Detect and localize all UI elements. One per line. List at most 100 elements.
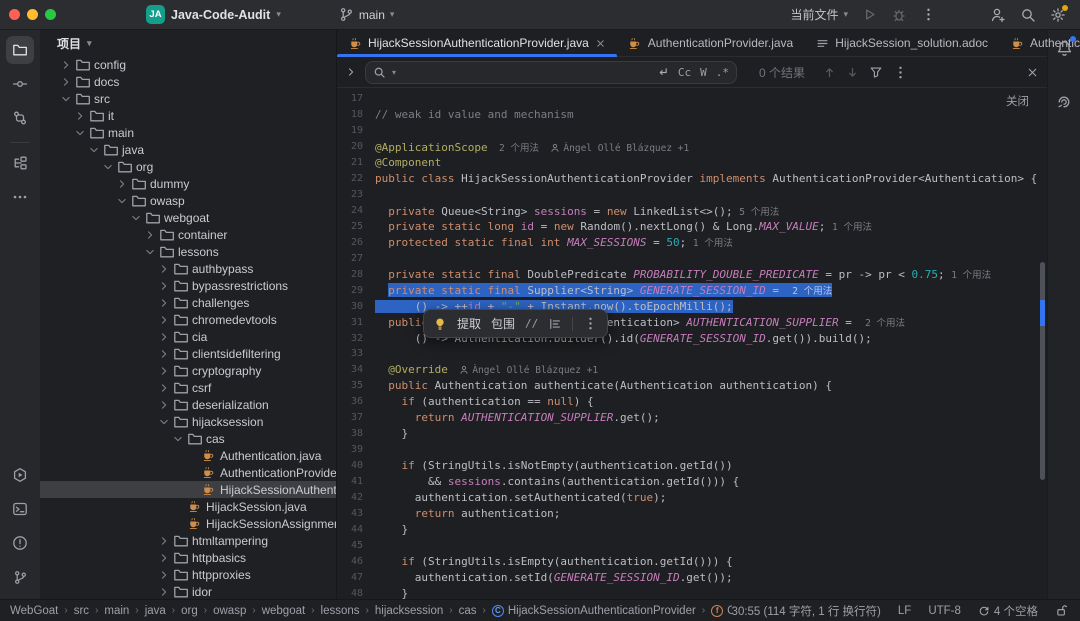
chevron-down-icon[interactable] [128,212,144,224]
line-number[interactable]: 26 [337,237,375,248]
breadcrumb-item[interactable]: WebGoat [10,605,58,617]
chevron-right-icon[interactable] [156,569,172,581]
chevron-right-icon[interactable] [156,263,172,275]
indent-widget[interactable]: 4 个空格 [978,603,1038,619]
line-number[interactable]: 20 [337,141,375,152]
breadcrumb-item[interactable]: org [181,605,198,617]
chevron-right-icon[interactable] [156,535,172,547]
breadcrumb-item[interactable]: lessons [321,605,360,617]
tree-item-org[interactable]: org [40,158,336,175]
line-number[interactable]: 39 [337,444,375,455]
tree-item-main[interactable]: main [40,124,336,141]
chevron-right-icon[interactable] [156,348,172,360]
chevron-right-icon[interactable] [114,178,130,190]
intention-bulb-icon[interactable] [433,317,447,331]
line-number[interactable]: 45 [337,540,375,551]
line-number[interactable]: 35 [337,380,375,391]
tree-item-chromedevtools[interactable]: chromedevtools [40,311,336,328]
chevron-down-icon[interactable] [142,246,158,258]
chevron-right-icon[interactable] [156,365,172,377]
line-number[interactable]: 23 [337,189,375,200]
structure-tool-button[interactable] [6,149,34,177]
tree-item-owasp[interactable]: owasp [40,192,336,209]
breadcrumb-item[interactable]: java [145,605,166,617]
pull-requests-tool-button[interactable] [6,104,34,132]
chevron-right-icon[interactable] [156,586,172,598]
notifications-button[interactable] [1050,34,1078,62]
project-widget[interactable]: JA Java-Code-Audit ▾ [146,5,281,24]
chevron-right-icon[interactable] [156,331,172,343]
search-everywhere-button[interactable] [1020,7,1036,23]
tree-item-idor[interactable]: idor [40,583,336,599]
line-number[interactable]: 31 [337,317,375,328]
chevron-down-icon[interactable] [86,144,102,156]
close-window-button[interactable] [9,9,20,20]
line-number[interactable]: 36 [337,396,375,407]
tree-item-deserialization[interactable]: deserialization [40,396,336,413]
filter-search-results-button[interactable] [869,65,883,79]
tree-item-src[interactable]: src [40,90,336,107]
line-number[interactable]: 38 [337,428,375,439]
chevron-down-icon[interactable] [72,127,88,139]
project-panel-header[interactable]: 项目 ▾ [40,30,336,56]
run-button[interactable] [862,7,877,22]
extract-action[interactable]: 提取 [457,315,481,332]
chevron-right-icon[interactable] [156,399,172,411]
line-number[interactable]: 44 [337,524,375,535]
more-tool-windows-button[interactable] [6,183,34,211]
tree-item-authentication-java[interactable]: Authentication.java [40,447,336,464]
line-number[interactable]: 19 [337,125,375,136]
tree-item-lessons[interactable]: lessons [40,243,336,260]
line-number[interactable]: 48 [337,588,375,599]
caret-position-widget[interactable]: 30:55 (114 字符, 1 行 换行符) [732,603,881,619]
tree-item-hijacksessionauthenticationprovider-java[interactable]: HijackSessionAuthenticationProvider.java [40,481,336,498]
tree-item-authenticationprovider-java[interactable]: AuthenticationProvider.java [40,464,336,481]
line-number[interactable]: 34 [337,364,375,375]
previous-occurrence-button[interactable] [823,66,836,79]
editor-tab-authenticationprovider-java[interactable]: AuthenticationProvider.java [617,30,804,56]
chevron-right-icon[interactable] [142,229,158,241]
code-editor[interactable]: 17 18// weak id value and mechanism 19 20 @A… [337,88,1047,599]
close-find-bar-button[interactable] [1026,66,1039,79]
commit-tool-button[interactable] [6,70,34,98]
breadcrumb-item[interactable]: main [104,605,129,617]
line-number[interactable]: 25 [337,221,375,232]
words-toggle[interactable]: W [700,66,707,79]
editor-scrollbar[interactable] [1040,262,1045,480]
line-number[interactable]: 29 [337,285,375,296]
line-number[interactable]: 47 [337,572,375,583]
line-number[interactable]: 46 [337,556,375,567]
close-tab-icon[interactable] [595,38,606,49]
expand-replace-chevron-icon[interactable] [345,66,357,78]
git-tool-button[interactable] [6,563,34,591]
line-number[interactable]: 33 [337,348,375,359]
tree-item-htmltampering[interactable]: htmltampering [40,532,336,549]
regex-toggle[interactable]: .* [716,66,729,79]
breadcrumb-item[interactable]: owasp [213,605,246,617]
editor-tab-hijacksessionauthenticationprovider-java[interactable]: HijackSessionAuthenticationProvider.java [337,30,617,57]
chevron-right-icon[interactable] [156,552,172,564]
search-field[interactable]: ▾ Cc W .* [365,60,737,84]
next-occurrence-button[interactable] [846,66,859,79]
encoding-widget[interactable]: UTF-8 [928,605,961,617]
line-number[interactable]: 27 [337,253,375,264]
debug-button[interactable] [891,7,907,23]
editor-tab-hijacksession-solution-adoc[interactable]: HijackSession_solution.adoc [804,30,999,56]
tree-item-cia[interactable]: cia [40,328,336,345]
line-number[interactable]: 21 [337,157,375,168]
line-number[interactable]: 42 [337,492,375,503]
line-number[interactable]: 32 [337,333,375,344]
run-configuration-selector[interactable]: 当前文件 ▾ [790,6,848,23]
breadcrumb-item[interactable]: cas [459,605,477,617]
minimize-window-button[interactable] [27,9,38,20]
chevron-right-icon[interactable] [156,382,172,394]
search-input[interactable] [402,65,650,79]
newline-toggle-icon[interactable] [656,66,669,79]
tree-item-webgoat[interactable]: webgoat [40,209,336,226]
tree-item-hijacksessionassignment-java[interactable]: HijackSessionAssignment.java [40,515,336,532]
chevron-down-icon[interactable] [170,433,186,445]
chevron-down-icon[interactable] [156,416,172,428]
problems-tool-button[interactable] [6,529,34,557]
surround-action[interactable]: 包围 [491,315,515,332]
settings-button[interactable] [1050,4,1068,23]
